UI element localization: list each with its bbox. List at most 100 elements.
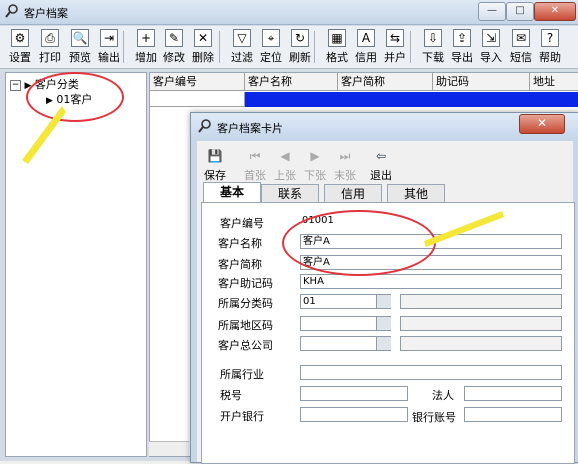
toolbar-preview-button[interactable]: 🔍 预览 (66, 29, 94, 65)
close-button[interactable]: ✕ (534, 2, 576, 21)
toolbar-add-button[interactable]: + 增加 (132, 29, 160, 65)
credit-icon: A (357, 29, 375, 47)
maximize-button[interactable]: □ (506, 2, 534, 21)
column-header-short[interactable]: 客户简称 (338, 73, 433, 91)
field-label-legal: 法人 (432, 389, 454, 402)
save-button[interactable]: 💾 保存 (201, 147, 229, 183)
parent-name-field (400, 336, 562, 351)
toolbar-export-button[interactable]: ⇥ 输出 (95, 29, 123, 65)
toolbar-merge-button[interactable]: ⇆ 并户 (381, 29, 409, 65)
next-icon: ▶ (310, 149, 320, 163)
dialog-toolbar-label: 退出 (370, 169, 392, 182)
tab-contact[interactable]: 联系 (261, 184, 319, 203)
sms-icon: ✉ (512, 29, 530, 47)
region-lookup-icon[interactable] (376, 317, 391, 330)
dialog-toolbar-label: 保存 (204, 169, 226, 182)
next-button: ▶ 下张 (301, 147, 329, 183)
exit-button[interactable]: ⇦ 退出 (367, 147, 395, 183)
toolbar-export-out-button[interactable]: ⇪ 导出 (448, 29, 476, 65)
table-row[interactable] (150, 92, 245, 107)
toolbar-label: 修改 (163, 51, 185, 64)
toolbar-sms-button[interactable]: ✉ 短信 (507, 29, 535, 65)
toolbar-label: 定位 (260, 51, 282, 64)
add-icon: + (137, 29, 155, 47)
dialog-toolbar-label: 下张 (304, 169, 326, 182)
field-label-bank: 开户银行 (220, 410, 264, 423)
toolbar-label: 输出 (98, 51, 120, 64)
field-label-category: 所属分类码 (218, 297, 273, 310)
minimize-button[interactable]: — (478, 2, 506, 21)
first-button: ⏮ 首张 (241, 147, 269, 183)
toolbar-label: 格式 (326, 51, 348, 64)
toolbar-import-button[interactable]: ⇲ 导入 (477, 29, 505, 65)
tab-basic[interactable]: 基本 (203, 182, 261, 203)
toolbar-label: 导入 (480, 51, 502, 64)
toolbar-settings-button[interactable]: ⚙ 设置 (6, 29, 34, 65)
toolbar-download-button[interactable]: ⇩ 下载 (419, 29, 447, 65)
filter-icon: ▽ (233, 29, 251, 47)
title-bar: 客户档案 — □ ✕ (0, 0, 578, 25)
toolbar-label: 增加 (135, 51, 157, 64)
legal-person-field[interactable] (464, 386, 562, 401)
toolbar-label: 帮助 (539, 51, 561, 64)
preview-icon: 🔍 (71, 29, 89, 47)
bank-name-field[interactable] (300, 407, 408, 422)
dialog-toolbar-label: 末张 (334, 169, 356, 182)
annotation-arrow-tree-icon (22, 106, 66, 164)
category-name-field (400, 294, 562, 309)
dialog-toolbar-label: 上张 (274, 169, 296, 182)
export-out-icon: ⇪ (453, 29, 471, 47)
tax-number-field[interactable] (300, 386, 408, 401)
toolbar-edit-button[interactable]: ✎ 修改 (160, 29, 188, 65)
toolbar-filter-button[interactable]: ▽ 过滤 (228, 29, 256, 65)
tab-other[interactable]: 其他 (387, 184, 445, 203)
window-title: 客户档案 (24, 7, 68, 20)
toolbar-refresh-button[interactable]: ↻ 刷新 (286, 29, 314, 65)
locate-icon: ⌖ (262, 29, 280, 47)
column-header-address[interactable]: 地址 (530, 73, 578, 91)
toolbar-locate-button[interactable]: ⌖ 定位 (257, 29, 285, 65)
dialog-close-button[interactable]: ✕ (519, 114, 565, 134)
category-lookup-icon[interactable] (376, 295, 391, 308)
field-label-tax: 税号 (220, 389, 242, 402)
first-icon: ⏮ (249, 149, 261, 163)
field-label-short: 客户简称 (218, 258, 262, 271)
toolbar-credit-button[interactable]: A 信用 (352, 29, 380, 65)
industry-field[interactable] (300, 365, 562, 380)
field-label-code: 客户编号 (220, 217, 264, 230)
column-header-name[interactable]: 客户名称 (245, 73, 338, 91)
refresh-icon: ↻ (291, 29, 309, 47)
toolbar-help-button[interactable]: ? 帮助 (536, 29, 564, 65)
help-icon: ? (541, 29, 559, 47)
tab-credit[interactable]: 信用 (324, 184, 382, 203)
prev-button: ◀ 上张 (271, 147, 299, 183)
tree-expand-icon[interactable]: − (10, 79, 21, 91)
horizontal-scrollbar[interactable] (149, 441, 189, 456)
prev-icon: ◀ (280, 149, 290, 163)
export-icon: ⇥ (100, 29, 118, 47)
mnemonic-code-field[interactable]: KHA (300, 274, 562, 289)
toolbar-delete-button[interactable]: ✕ 删除 (189, 29, 217, 65)
printer-icon: ⎙ (41, 29, 59, 47)
toolbar-label: 信用 (355, 51, 377, 64)
toolbar-printer-button[interactable]: ⎙ 打印 (36, 29, 64, 65)
selected-row-highlight[interactable] (245, 92, 578, 107)
column-header-mnemonic[interactable]: 助记码 (433, 73, 530, 91)
settings-icon: ⚙ (11, 29, 29, 47)
toolbar-label: 设置 (9, 51, 31, 64)
toolbar-label: 预览 (69, 51, 91, 64)
app-icon (5, 4, 18, 18)
merge-icon: ⇆ (386, 29, 404, 47)
field-label-region: 所属地区码 (218, 319, 273, 332)
toolbar-label: 下载 (422, 51, 444, 64)
toolbar-format-button[interactable]: ▦ 格式 (323, 29, 351, 65)
dialog-body: 💾 保存 ⏮ 首张 ◀ 上张 ▶ 下张 ⏭ 末张 ⇦ 退出 基本 联系 信用 其他 客户编号 0100… (197, 141, 575, 464)
parent-lookup-icon[interactable] (376, 337, 391, 350)
edit-icon: ✎ (165, 29, 183, 47)
exit-icon: ⇦ (375, 149, 387, 163)
customer-card-dialog: 客户档案卡片 ✕ 💾 保存 ⏮ 首张 ◀ 上张 ▶ 下张 ⏭ 末张 ⇦ 退出 基本 联系 信用 其他 … (190, 112, 578, 464)
bank-account-field[interactable] (464, 407, 562, 422)
column-header-code[interactable]: 客户编号 (150, 73, 245, 91)
toolbar-separator (123, 31, 124, 63)
download-icon: ⇩ (424, 29, 442, 47)
